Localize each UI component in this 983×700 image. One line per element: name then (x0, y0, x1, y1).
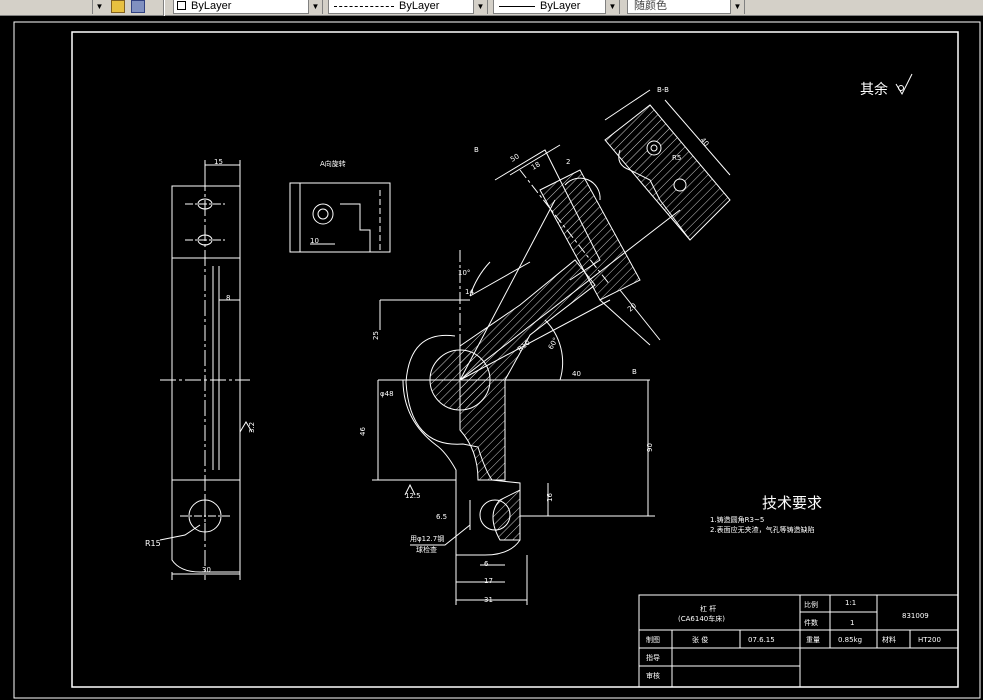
dim-40: 40 (572, 370, 581, 378)
roughness-circle-icon (898, 85, 904, 91)
main-view (372, 199, 681, 605)
dim-6: 6 (484, 560, 489, 568)
plotstyle-control-dropdown[interactable]: 随颜色 (627, 0, 745, 14)
view-a-label: A向旋转 (320, 159, 346, 168)
dim-90: 90 (646, 443, 654, 452)
cutting-plane-b1: B (474, 146, 479, 154)
dim-14: 14 (465, 288, 474, 296)
roughness-symbol-icon (895, 73, 913, 96)
cutting-plane-b2: B (632, 368, 637, 376)
roughness-32: 3.2 (248, 422, 256, 433)
dim-8: 8 (226, 294, 230, 302)
dim-50: 50 (509, 152, 521, 163)
color-control-value: ByLayer (191, 0, 232, 12)
layer-states-icon[interactable] (131, 0, 145, 13)
linetype-control-dropdown[interactable]: ByLayer (328, 0, 488, 14)
lineweight-sample (499, 6, 535, 7)
plotstyle-control-value: 随颜色 (634, 0, 667, 12)
part-subtitle: (CA6140车床) (678, 614, 725, 623)
color-swatch-icon (177, 1, 186, 10)
lineweight-control-value: ByLayer (540, 0, 581, 12)
lineweight-dropdown-arrow[interactable]: ▼ (605, 0, 619, 14)
dim-40-bb: 40 (698, 136, 710, 148)
material-label: 材料 (882, 635, 896, 644)
dim-phi48: φ48 (380, 390, 394, 398)
drawing-number: 831009 (902, 612, 929, 620)
title-block (638, 594, 959, 688)
linetype-sample (334, 6, 394, 7)
weight-label: 重量 (806, 636, 820, 644)
dim-16: 16 (546, 493, 554, 502)
qty-value: 1 (850, 619, 854, 627)
qty-label: 件数 (804, 618, 818, 627)
dim-10: 10 (310, 237, 319, 245)
dim-20: 20 (626, 302, 638, 314)
layer-tools-icon[interactable] (111, 0, 125, 13)
drawn-date: 07.6.15 (748, 636, 775, 644)
side-view (159, 160, 253, 580)
tech-req-1: 1.铸造圆角R3~5 (710, 515, 764, 524)
layer-dropdown-arrow[interactable]: ▼ (92, 0, 106, 14)
dim-25: 25 (372, 331, 380, 340)
section-bb-view (604, 89, 731, 241)
dim-r5: R5 (672, 154, 681, 162)
properties-toolbar: ▼ ByLayer ▼ ByLayer ▼ ByLayer ▼ 随颜色 ▼ (0, 0, 983, 16)
bolt-note-2: 球检查 (416, 545, 437, 554)
color-control-dropdown[interactable]: ByLayer (173, 0, 323, 14)
dim-2: 2 (566, 158, 570, 166)
dim-17: 17 (484, 577, 493, 585)
drawing-canvas[interactable]: 15 8 3.2 R15 30 A向旋转 10 46 90 16 17 31 6… (0, 16, 983, 700)
review-label: 审核 (646, 671, 660, 680)
toolbar-separator (163, 0, 165, 16)
bolt-note-1: 用φ12.7钢 (410, 534, 444, 543)
lineweight-control-dropdown[interactable]: ByLayer (493, 0, 620, 14)
view-a-detail (289, 182, 391, 253)
dim-46: 46 (359, 427, 367, 436)
plotstyle-dropdown-arrow[interactable]: ▼ (730, 0, 744, 14)
angle-10: 10° (458, 269, 470, 277)
roughness-125: 12.5 (405, 492, 421, 500)
weight-value: 0.85kg (838, 636, 862, 644)
dim-15: 15 (214, 158, 223, 166)
dim-r15: R15 (145, 539, 161, 548)
linetype-dropdown-arrow[interactable]: ▼ (473, 0, 487, 14)
section-bb-label: B-B (657, 86, 669, 94)
scale-label: 比例 (804, 600, 818, 609)
material-value: HT200 (918, 636, 941, 644)
linetype-control-value: ByLayer (399, 0, 440, 12)
tech-req-2: 2.表面应无夹渣，气孔等铸造缺陷 (710, 525, 815, 534)
drawn-label: 制图 (646, 635, 660, 644)
guide-label: 指导 (646, 653, 660, 662)
dim-31: 31 (484, 596, 493, 604)
scale-value: 1:1 (845, 599, 856, 607)
dim-30: 30 (202, 566, 211, 574)
roughness-65: 6.5 (436, 513, 447, 521)
tech-req-title: 技术要求 (762, 494, 822, 512)
color-dropdown-arrow[interactable]: ▼ (308, 0, 322, 14)
drawn-name: 张 俊 (692, 635, 708, 644)
surface-note: 其余 (860, 81, 888, 98)
part-name: 杠 杆 (700, 604, 716, 613)
